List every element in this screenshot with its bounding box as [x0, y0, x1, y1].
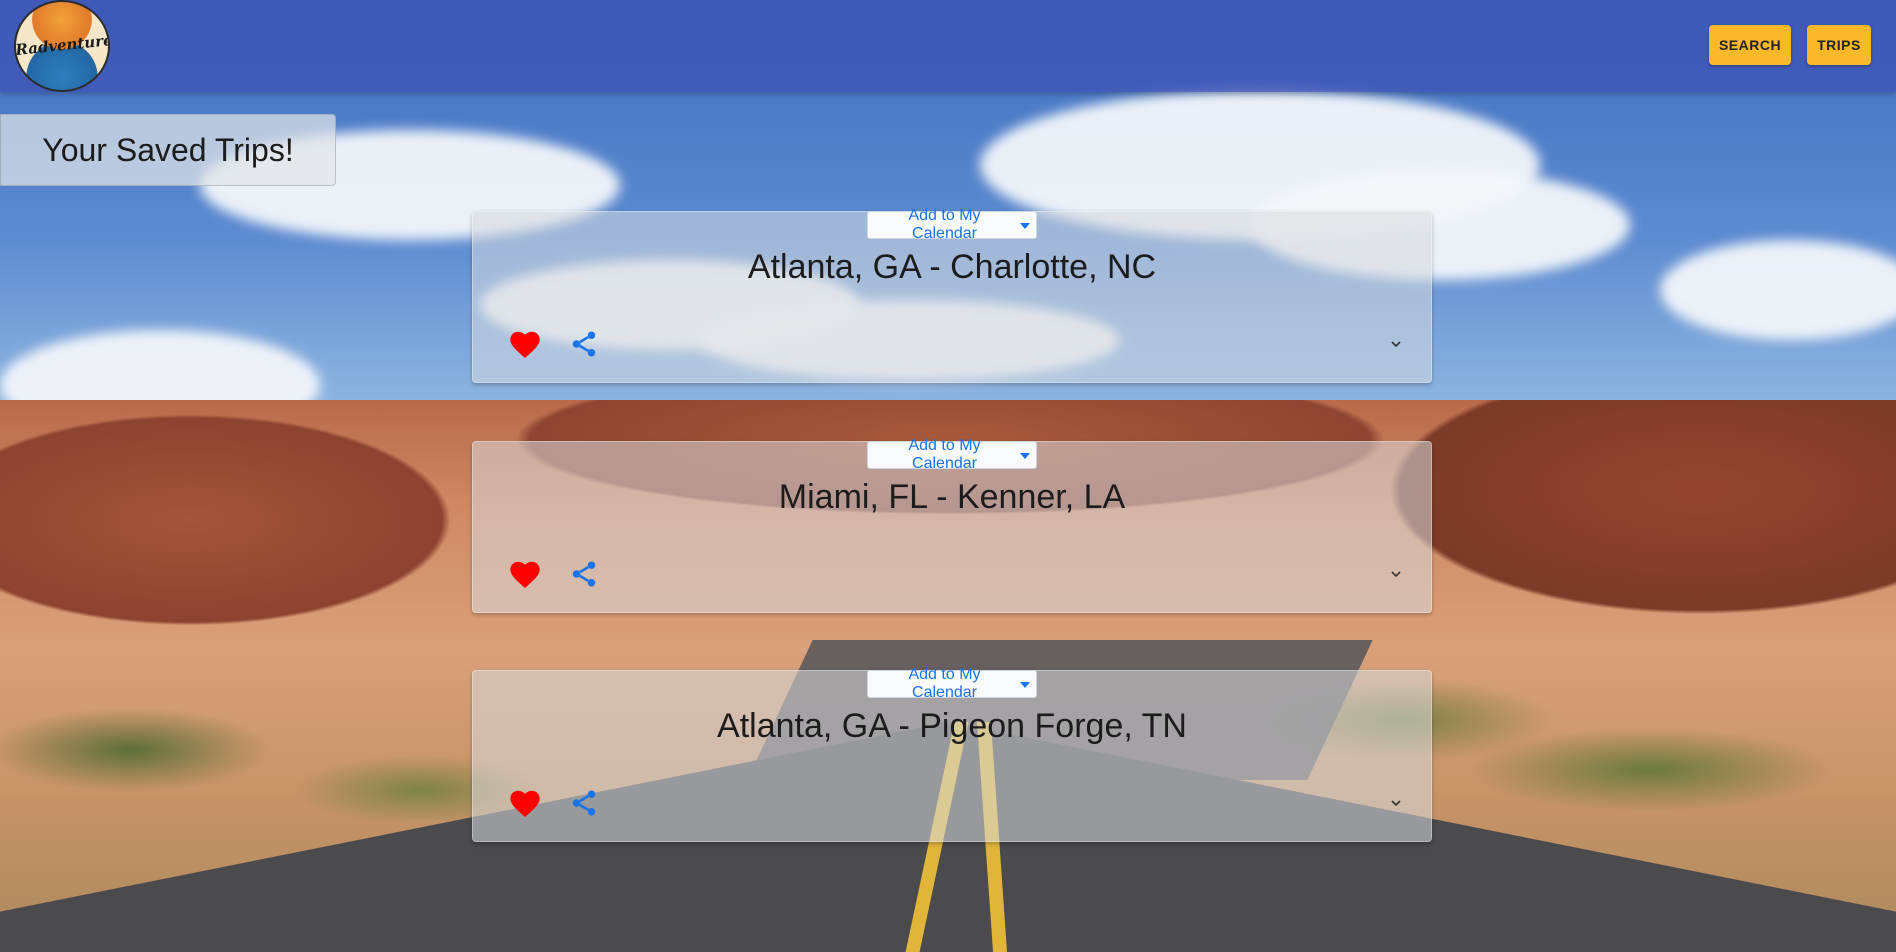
add-to-calendar-label: Add to My Calendar: [908, 207, 981, 242]
add-to-calendar-label: Add to My Calendar: [908, 666, 981, 701]
trip-route-title: Atlanta, GA - Charlotte, NC: [747, 248, 1157, 286]
favorite-button[interactable]: [505, 783, 545, 823]
caret-down-icon: [1020, 682, 1030, 688]
add-to-calendar-button[interactable]: Add to My Calendar: [867, 666, 1037, 701]
chevron-down-icon: [1391, 571, 1401, 578]
share-icon: [572, 561, 596, 587]
share-icon: [572, 790, 596, 816]
favorite-button[interactable]: [505, 554, 545, 594]
app-header: Radventure SEARCH TRIPS: [0, 0, 1896, 92]
favorite-button[interactable]: [505, 324, 545, 364]
share-icon: [572, 331, 596, 357]
chevron-down-icon: [1391, 800, 1401, 807]
add-to-calendar-label: Add to My Calendar: [908, 437, 981, 472]
heart-icon: [510, 331, 540, 358]
expand-button[interactable]: [1376, 324, 1416, 364]
trip-route-title: Atlanta, GA - Pigeon Forge, TN: [717, 707, 1187, 745]
trip-card: Add to My Calendar Atlanta, GA - Pigeon …: [472, 666, 1432, 842]
heart-icon: [510, 790, 540, 817]
trip-card: Add to My Calendar Atlanta, GA - Charlot…: [472, 207, 1432, 383]
caret-down-icon: [1020, 453, 1030, 459]
page-title: Your Saved Trips!: [0, 114, 336, 186]
logo-wordmark: Radventure: [14, 30, 110, 60]
chevron-down-icon: [1391, 341, 1401, 348]
expand-button[interactable]: [1376, 554, 1416, 594]
caret-down-icon: [1020, 223, 1030, 229]
share-button[interactable]: [564, 324, 604, 364]
app-logo[interactable]: Radventure: [14, 0, 110, 92]
share-button[interactable]: [564, 554, 604, 594]
heart-icon: [510, 561, 540, 588]
expand-button[interactable]: [1376, 783, 1416, 823]
add-to-calendar-button[interactable]: Add to My Calendar: [867, 437, 1037, 472]
trip-card: Add to My Calendar Miami, FL - Kenner, L…: [472, 437, 1432, 613]
trips-nav-button[interactable]: TRIPS: [1807, 25, 1871, 65]
trip-route-title: Miami, FL - Kenner, LA: [778, 478, 1126, 516]
add-to-calendar-button[interactable]: Add to My Calendar: [867, 207, 1037, 242]
share-button[interactable]: [564, 783, 604, 823]
search-nav-button[interactable]: SEARCH: [1709, 25, 1791, 65]
